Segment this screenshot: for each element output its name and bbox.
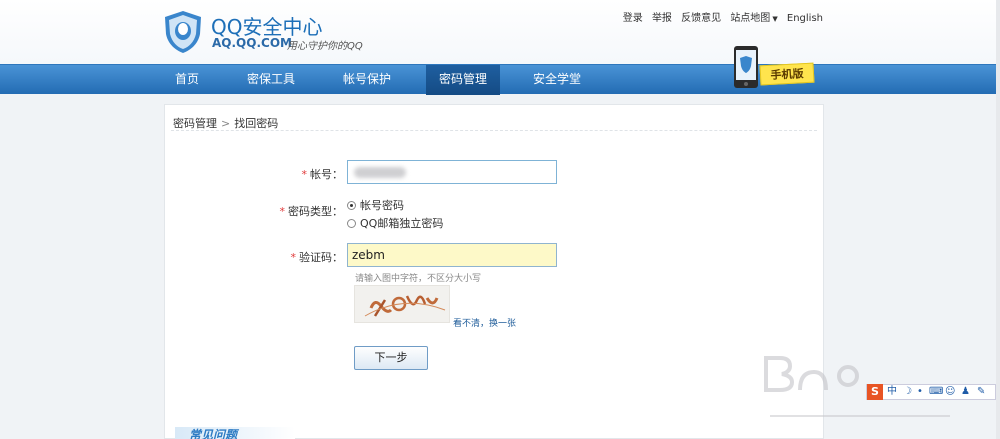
wrench-icon[interactable]: ✎ bbox=[977, 386, 985, 398]
top-header: QQ安全中心 AQ.QQ.COM 用心守护你的QQ 登录 举报 反馈意见 站点地… bbox=[0, 0, 1000, 64]
captcha-value: zebm bbox=[352, 248, 385, 262]
blurred-account-mask bbox=[354, 167, 406, 178]
sogou-ime-icon: S bbox=[867, 384, 883, 400]
report-link[interactable]: 举报 bbox=[652, 13, 672, 24]
shirt-icon[interactable]: ♟ bbox=[961, 386, 970, 398]
sitemap-link[interactable]: 站点地图 ▼ bbox=[730, 13, 777, 24]
required-mark: * bbox=[290, 251, 297, 264]
breadcrumb-password-management[interactable]: 密码管理 bbox=[173, 117, 217, 130]
moon-icon[interactable]: ☽ bbox=[903, 386, 912, 398]
required-mark: * bbox=[279, 205, 286, 218]
password-type-label: * 密码类型： bbox=[263, 203, 344, 219]
ime-chinese-mode[interactable]: 中 bbox=[887, 386, 897, 398]
captcha-label-text: 验证码： bbox=[299, 251, 343, 264]
main-nav: 首页 密保工具 帐号保护 密码管理 安全学堂 bbox=[0, 64, 1000, 95]
radio-account-password-label: 帐号密码 bbox=[360, 199, 404, 212]
nav-item-password-management[interactable]: 密码管理 bbox=[426, 65, 500, 95]
nav-item-home[interactable]: 首页 bbox=[164, 65, 210, 95]
nav-item-security-tools[interactable]: 密保工具 bbox=[234, 65, 308, 95]
radio-unchecked-icon bbox=[347, 219, 356, 228]
account-input[interactable] bbox=[347, 160, 557, 184]
user-icon[interactable]: ☺ bbox=[945, 386, 955, 398]
caret-down-icon: ▼ bbox=[772, 15, 778, 23]
radio-account-password[interactable]: 帐号密码 bbox=[347, 197, 404, 213]
breadcrumb-separator: > bbox=[221, 117, 231, 130]
faq-title: 常见问题 bbox=[189, 428, 238, 439]
breadcrumb-current: 找回密码 bbox=[234, 117, 279, 130]
captcha-hint: 请输入图中字符，不区分大小写 bbox=[355, 274, 482, 284]
sitemap-label: 站点地图 bbox=[730, 13, 771, 24]
ime-toolbar[interactable]: S 中 ☽ • ⌨ ☺ ♟ ✎ bbox=[866, 384, 996, 400]
nav-item-account-protection[interactable]: 帐号保护 bbox=[330, 65, 404, 95]
radio-qqmail-password-label: QQ邮箱独立密码 bbox=[360, 217, 444, 230]
captcha-input[interactable]: zebm bbox=[347, 243, 557, 267]
breadcrumb: 密码管理 > 找回密码 bbox=[173, 115, 278, 131]
captcha-label: * 验证码： bbox=[263, 249, 344, 265]
content-panel: 密码管理 > 找回密码 * 帐号： * 密码类型： 帐号密码 QQ邮箱独立密码 * 验证码… bbox=[164, 104, 824, 439]
scrollbar[interactable] bbox=[996, 0, 1000, 439]
account-label-text: 帐号： bbox=[310, 168, 343, 181]
captcha-graphic bbox=[364, 295, 446, 317]
required-mark: * bbox=[301, 168, 308, 181]
account-label: * 帐号： bbox=[263, 166, 344, 182]
divider bbox=[171, 130, 817, 131]
mobile-version-badge[interactable]: 手机版 bbox=[759, 62, 815, 86]
english-link[interactable]: English bbox=[787, 13, 823, 24]
punctuation-icon[interactable]: • bbox=[917, 386, 923, 398]
captcha-image bbox=[354, 285, 450, 323]
next-step-button[interactable]: 下一步 bbox=[354, 346, 428, 370]
radio-checked-icon bbox=[347, 201, 356, 210]
login-link[interactable]: 登录 bbox=[623, 13, 643, 24]
keyboard-icon[interactable]: ⌨ bbox=[929, 386, 943, 398]
radio-qqmail-password[interactable]: QQ邮箱独立密码 bbox=[347, 215, 443, 231]
top-links: 登录 举报 反馈意见 站点地图 ▼ English bbox=[617, 9, 823, 24]
shield-logo-icon bbox=[165, 11, 201, 53]
feedback-link[interactable]: 反馈意见 bbox=[681, 13, 721, 24]
brand-slogan: 用心守护你的QQ bbox=[287, 41, 363, 52]
captcha-refresh-link[interactable]: 看不清，换一张 bbox=[453, 316, 516, 329]
password-type-label-text: 密码类型： bbox=[288, 205, 343, 218]
nav-item-security-school[interactable]: 安全学堂 bbox=[520, 65, 594, 95]
brand-domain: AQ.QQ.COM bbox=[212, 36, 292, 50]
